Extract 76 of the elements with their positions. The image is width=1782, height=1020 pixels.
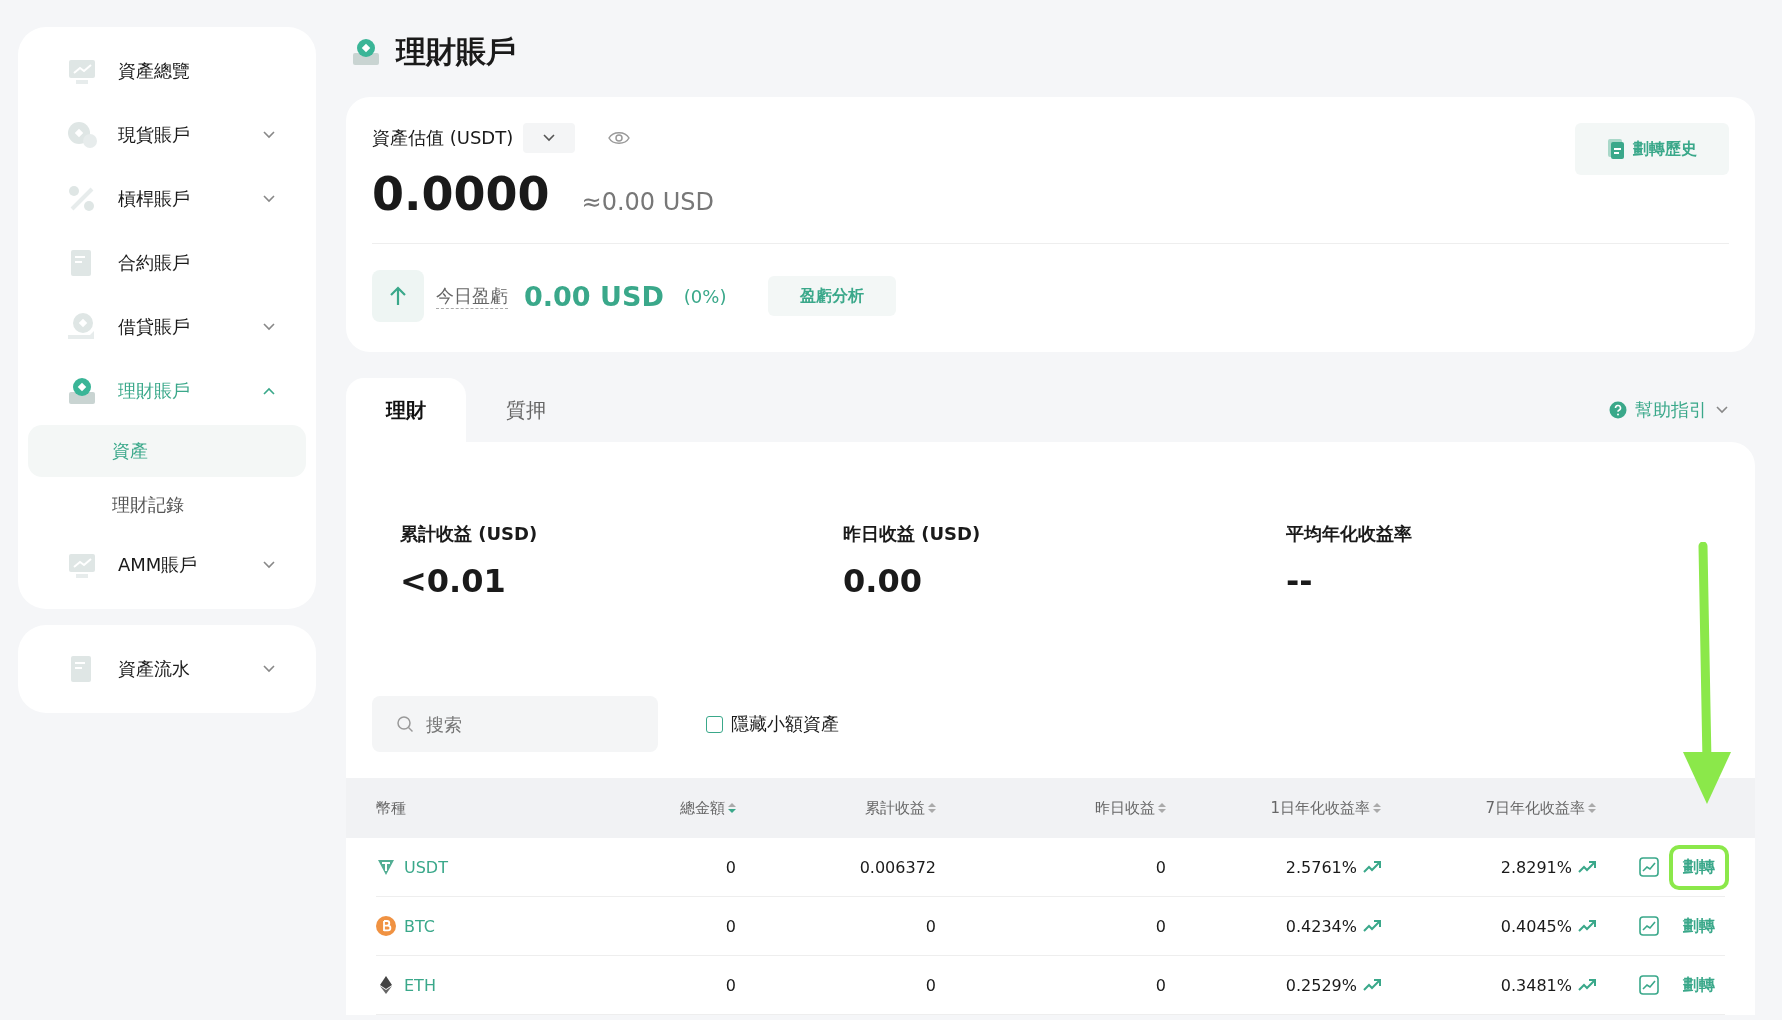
table-cell-text: 0: [724, 975, 736, 995]
sidebar-item[interactable]: 槓桿賬戶: [28, 167, 306, 231]
transfer-button[interactable]: 劃轉: [1673, 966, 1725, 1004]
table-cell-text: 0: [724, 857, 736, 877]
search-field[interactable]: 搜索: [372, 696, 658, 752]
trend-up-icon: [1578, 918, 1596, 934]
chart-icon[interactable]: [1639, 857, 1659, 877]
search-icon: [396, 715, 414, 733]
column-header: 1日年化收益率: [1270, 798, 1370, 818]
earn-icon: [350, 36, 382, 68]
table-cell-text: 0: [1154, 857, 1166, 877]
transfer-button[interactable]: 劃轉: [1673, 907, 1725, 945]
coins-icon: [66, 119, 98, 151]
stat-value: <0.01: [400, 562, 507, 600]
table-cell-text: 0: [924, 916, 936, 936]
table-cell: 0.2529%: [1285, 975, 1357, 995]
trend-up-icon: [1578, 859, 1596, 875]
table-cell-text: 0: [924, 975, 936, 995]
sidebar-item[interactable]: 借貸賬戶: [28, 295, 306, 359]
coin-name[interactable]: USDT: [404, 857, 448, 877]
eye-icon[interactable]: [607, 130, 632, 146]
coin-name[interactable]: ETH: [404, 975, 436, 995]
column-header: 幣種: [376, 798, 406, 818]
trend-up-icon: [1578, 977, 1596, 993]
tether-coin-icon: [376, 857, 396, 877]
stat-value: --: [1286, 562, 1314, 600]
column-header: 7日年化收益率: [1485, 798, 1585, 818]
coin-name[interactable]: BTC: [404, 916, 435, 936]
table-cell-text: 0: [1154, 916, 1166, 936]
bitcoin-coin-icon: [376, 916, 396, 936]
table-cell: 0.4045%: [1500, 916, 1572, 936]
document-icon: [1607, 138, 1625, 160]
table-cell-text: 0.006372: [858, 857, 936, 877]
stat-label: 平均年化收益率: [1286, 522, 1413, 546]
trend-up-icon: [1363, 859, 1381, 875]
chart-icon[interactable]: [1639, 975, 1659, 995]
checkbox-label: 隱藏小額資產: [731, 712, 839, 736]
pnl-value: 0.00 USD: [524, 280, 664, 312]
earn-icon: [66, 375, 98, 407]
table-cell: 0.4234%: [1285, 916, 1357, 936]
table-cell: 2.5761%: [1285, 857, 1357, 877]
chart-icon[interactable]: [1639, 916, 1659, 936]
sidebar-item[interactable]: 資產總覽: [28, 39, 306, 103]
sidebar-item[interactable]: 現貨賬戶: [28, 103, 306, 167]
trend-up-icon: [1363, 977, 1381, 993]
sidebar-item[interactable]: 資產流水: [28, 637, 306, 701]
table-cell: 0.3481%: [1500, 975, 1572, 995]
table-cell-text: 0: [1154, 975, 1166, 995]
column-header: 總金額: [680, 798, 725, 818]
pnl-label: 今日盈虧: [436, 283, 508, 309]
total-value: 0.0000: [372, 167, 550, 221]
sidebar-item[interactable]: 合約賬戶: [28, 231, 306, 295]
help-link-text: 幫助指引: [1635, 398, 1707, 422]
help-link[interactable]: 幫助指引: [1609, 398, 1729, 422]
stat-label: 累計收益 (USD): [400, 522, 539, 546]
table-cell-text: 0: [724, 916, 736, 936]
valuation-label: 資產估值 (USDT): [372, 126, 514, 150]
sidebar-item[interactable]: AMM賬戶: [28, 533, 306, 597]
pnl-analysis-button[interactable]: 盈虧分析: [768, 276, 897, 316]
checkbox[interactable]: [706, 715, 723, 733]
tab[interactable]: 理財: [346, 378, 466, 442]
trend-up-icon: [1363, 918, 1381, 934]
sidebar-subitem[interactable]: 理財記錄: [28, 479, 306, 531]
help-icon: [1609, 401, 1627, 419]
sidebar-subitem[interactable]: 資產: [28, 425, 306, 477]
stat-label: 昨日收益 (USD): [843, 522, 982, 546]
sidebar-item[interactable]: 理財賬戶: [28, 359, 306, 423]
column-header: 昨日收益: [1095, 798, 1155, 818]
page-title: 理財賬戶: [396, 32, 516, 71]
tab[interactable]: 質押: [466, 378, 586, 442]
stat-value: 0.00: [843, 562, 923, 600]
column-header: 累計收益: [865, 798, 925, 818]
approx-usd-value: ≈0.00 USD: [581, 188, 714, 216]
transfer-history-button[interactable]: 劃轉歷史: [1575, 123, 1729, 175]
pnl-percent: (0%): [683, 285, 727, 307]
table-cell: 2.8291%: [1500, 857, 1572, 877]
